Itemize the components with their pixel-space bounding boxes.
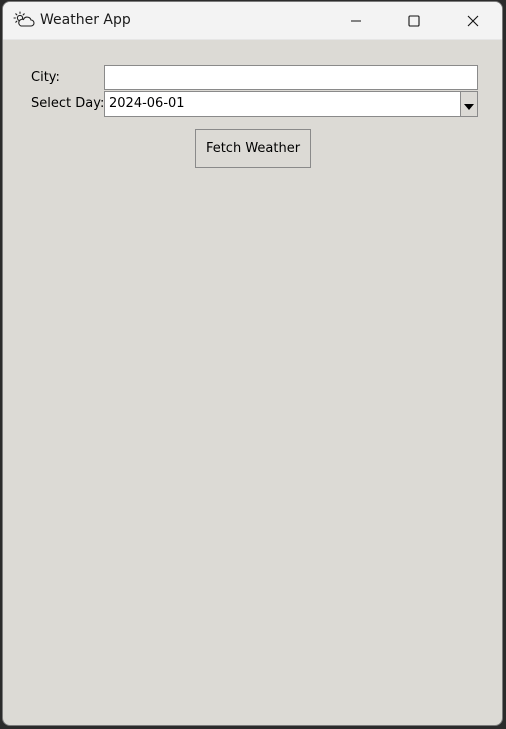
- close-button[interactable]: [444, 2, 502, 40]
- maximize-button[interactable]: [385, 2, 443, 40]
- fetch-weather-button[interactable]: Fetch Weather: [195, 129, 311, 168]
- select-day-label: Select Day:: [31, 96, 105, 111]
- day-select-value[interactable]: 2024-06-01: [109, 96, 185, 112]
- day-dropdown-button[interactable]: [460, 92, 477, 116]
- city-input[interactable]: [104, 65, 478, 90]
- title-bar[interactable]: Weather App: [3, 2, 502, 40]
- chevron-down-icon: [464, 95, 474, 114]
- partly-cloudy-icon: [13, 11, 35, 29]
- minimize-button[interactable]: [327, 2, 385, 40]
- day-select[interactable]: 2024-06-01: [104, 91, 478, 117]
- close-icon: [467, 12, 479, 31]
- city-label: City:: [31, 70, 60, 85]
- minimize-icon: [350, 12, 362, 31]
- maximize-icon: [408, 12, 420, 31]
- app-window: Weather App City: Select Day: 2024-06-01…: [2, 1, 503, 726]
- window-title: Weather App: [40, 12, 131, 28]
